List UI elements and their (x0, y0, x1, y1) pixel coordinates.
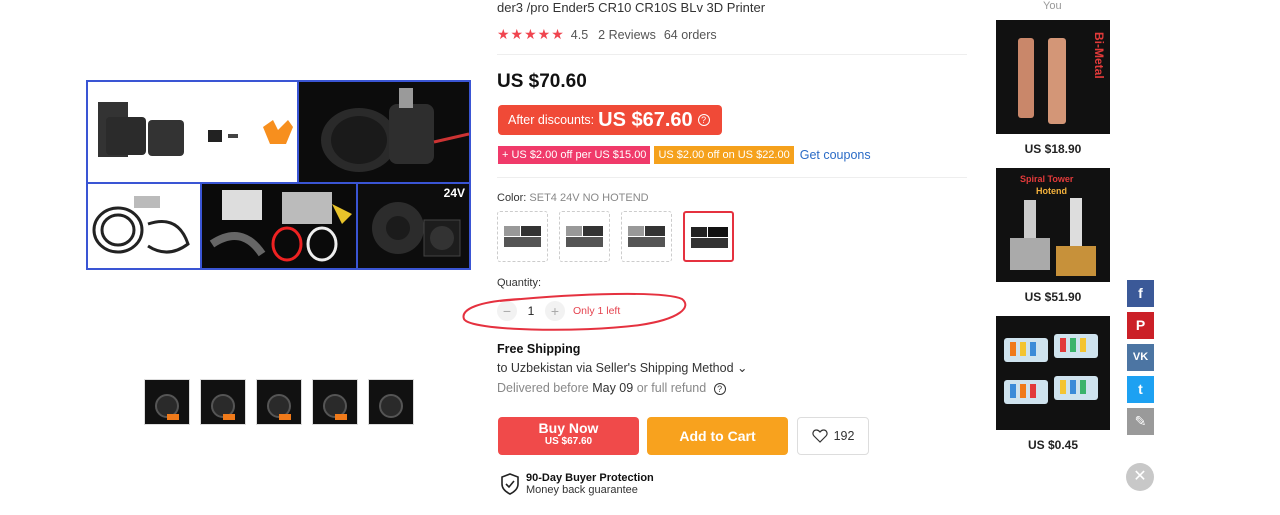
buyer-protection: 90-Day Buyer Protection Money back guara… (500, 472, 654, 496)
buy-now-label: Buy Now (538, 420, 599, 436)
quantity-label: Quantity: (497, 277, 542, 289)
rating-row: ★★★★★ 4.5 2 Reviews 64 orders (497, 26, 717, 43)
delivery-estimate: Delivered before May 09 or full refund ? (497, 381, 726, 395)
recommendations-header: You (1043, 0, 1062, 12)
buy-now-price: US $67.60 (544, 436, 593, 447)
coupon-badge-2[interactable]: US $2.00 off on US $22.00 (654, 146, 794, 164)
social-share-bar: f P VK t ✎ (1127, 280, 1154, 435)
thumbnail-3[interactable] (256, 379, 302, 425)
info-icon[interactable]: ? (697, 114, 710, 126)
recommendation-image[interactable] (996, 316, 1110, 430)
orders-count: 64 orders (663, 27, 717, 42)
twitter-icon[interactable]: t (1127, 376, 1154, 403)
delivery-prefix: Delivered before (497, 381, 589, 395)
color-selector-label: Color: SET4 24V NO HOTEND (497, 192, 649, 204)
recommendation-tag: Bi-Metal (1092, 32, 1106, 79)
recommendation-item[interactable]: Spiral Tower Hotend US $51.90 (996, 168, 1110, 304)
color-value: SET4 24V NO HOTEND (529, 192, 649, 204)
image-tile-accessories (202, 184, 358, 268)
divider (497, 54, 967, 55)
hand-drawn-annotation-circle (462, 292, 687, 331)
extruder-parts-illustration (98, 102, 293, 157)
recommendation-item[interactable]: US $0.45 (996, 316, 1110, 452)
get-coupons-link[interactable]: Get coupons (800, 148, 871, 162)
color-swatch-3[interactable] (621, 211, 672, 262)
shipping-destination[interactable]: to Uzbekistan via Seller's Shipping Meth… (497, 360, 748, 375)
product-price: US $70.60 (497, 71, 587, 92)
image-tile-parts (88, 82, 299, 184)
thumbnail-2[interactable] (200, 379, 246, 425)
recommendation-subtag: Hotend (1036, 186, 1067, 196)
thumbnail-4[interactable] (312, 379, 358, 425)
buy-now-button[interactable]: Buy Now US $67.60 (498, 417, 639, 455)
color-swatch-4-selected[interactable] (683, 211, 734, 262)
add-to-cart-button[interactable]: Add to Cart (647, 417, 788, 455)
discount-price: US $67.60 (598, 108, 693, 131)
heart-icon (811, 429, 828, 443)
main-product-image[interactable]: 24V (86, 80, 471, 270)
rating-value[interactable]: 4.5 (571, 28, 588, 42)
vk-icon[interactable]: VK (1127, 344, 1154, 371)
thumbnail-strip (144, 379, 414, 425)
delivery-date: May 09 (592, 381, 634, 395)
shipping-title: Free Shipping (497, 342, 581, 356)
recommendation-item[interactable]: Bi-Metal US $18.90 (996, 20, 1110, 156)
cables-illustration (92, 196, 190, 254)
recommendation-tag: Spiral Tower (1020, 174, 1074, 184)
thumbnail-5[interactable] (368, 379, 414, 425)
pinterest-icon[interactable]: P (1127, 312, 1154, 339)
recommendation-price: US $0.45 (1027, 438, 1079, 452)
discount-label: After discounts: (508, 113, 595, 127)
image-tile-fans: 24V (358, 184, 469, 268)
coupon-badge-1[interactable]: + US $2.00 off per US $15.00 (498, 146, 651, 164)
reviews-link[interactable]: 2 Reviews (598, 28, 656, 42)
recommendation-image[interactable]: Spiral Tower Hotend (996, 168, 1110, 282)
discount-banner: After discounts: US $67.60 ? (498, 105, 722, 135)
thumbnail-1[interactable] (144, 379, 190, 425)
edit-icon[interactable]: ✎ (1127, 408, 1154, 435)
wishlist-count: 192 (833, 429, 855, 443)
color-swatch-2[interactable] (559, 211, 610, 262)
protection-title: 90-Day Buyer Protection (526, 472, 654, 484)
rating-stars: ★★★★★ (497, 26, 565, 42)
divider (497, 177, 967, 178)
color-swatch-1[interactable] (497, 211, 548, 262)
accessories-illustration (209, 190, 352, 262)
extruder-illustration (321, 88, 469, 172)
color-label-text: Color: (497, 192, 527, 204)
facebook-icon[interactable]: f (1127, 280, 1154, 307)
wishlist-button[interactable]: 192 (797, 417, 869, 455)
image-tile-cables (88, 184, 202, 268)
recommendation-price: US $51.90 (1024, 290, 1082, 304)
delivery-suffix: or full refund (636, 381, 707, 395)
close-icon[interactable]: ✕ (1126, 463, 1154, 491)
shield-check-icon (501, 473, 519, 495)
product-title: der3 /pro Ender5 CR10 CR10S BLv 3D Print… (497, 0, 766, 15)
help-icon[interactable]: ? (713, 383, 726, 395)
protection-subtitle: Money back guarantee (526, 484, 638, 496)
color-swatches (497, 211, 734, 262)
recommendation-image[interactable]: Bi-Metal (996, 20, 1110, 134)
coupon-row: + US $2.00 off per US $15.00 US $2.00 of… (498, 146, 871, 164)
recommendation-price: US $18.90 (1024, 142, 1082, 156)
image-tile-extruder (299, 82, 469, 184)
voltage-badge: 24V (443, 186, 465, 200)
